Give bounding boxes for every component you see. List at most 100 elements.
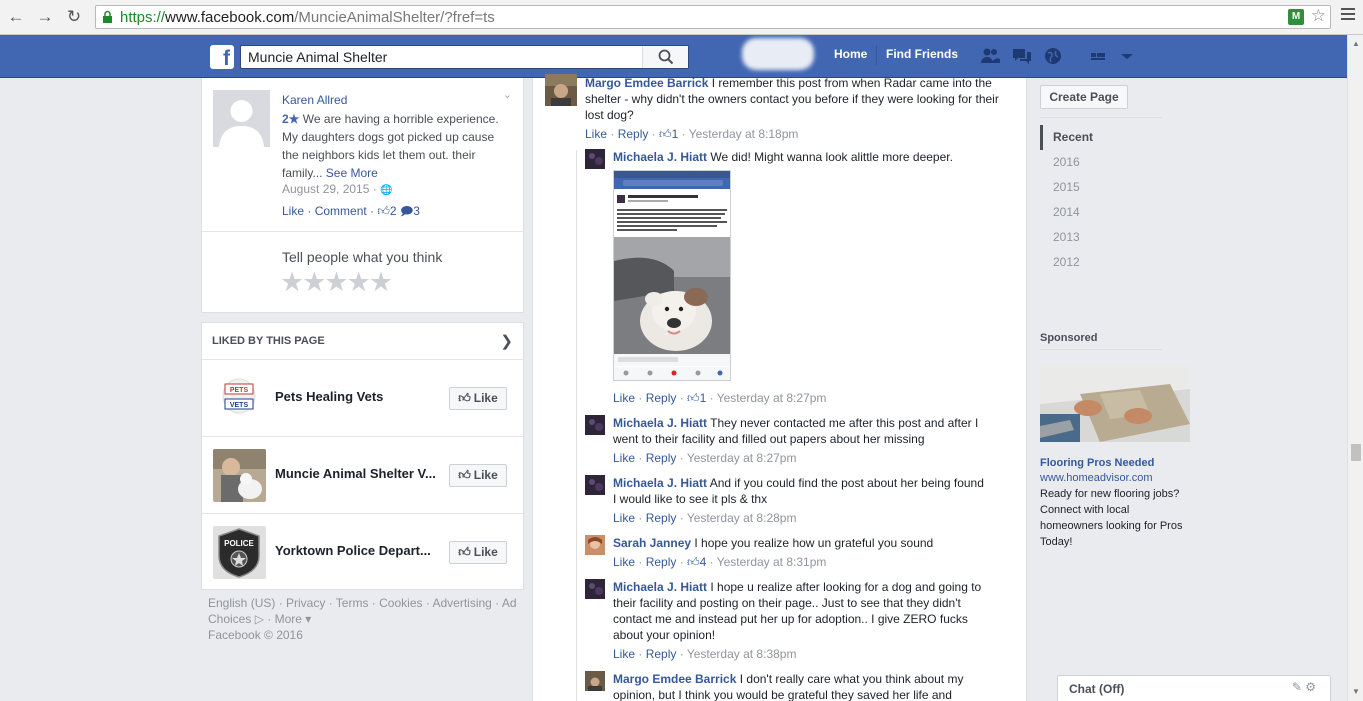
review-comment-count[interactable]: 3	[413, 204, 420, 218]
liked-page-name[interactable]: Muncie Animal Shelter V...	[275, 466, 445, 481]
new-message-icon[interactable]: ✎	[1292, 680, 1302, 694]
year-item-2015[interactable]: 2015	[1040, 175, 1160, 200]
review-comment-link[interactable]: Comment	[315, 204, 367, 218]
comment-like-link[interactable]: Like	[613, 511, 635, 525]
review-like-link[interactable]: Like	[282, 204, 304, 218]
year-item-2013[interactable]: 2013	[1040, 225, 1160, 250]
comment-like-count[interactable]: 1	[700, 391, 707, 405]
star-rating-input[interactable]: ★★★★★	[280, 267, 393, 298]
privacy-shortcuts-icon[interactable]	[1089, 47, 1109, 65]
comment-reply-link[interactable]: Reply	[646, 555, 677, 569]
commenter-name[interactable]: Margo Emdee Barrick	[613, 672, 736, 686]
facebook-logo[interactable]: f	[210, 45, 234, 69]
reviewer-name[interactable]: Karen Allred	[282, 93, 347, 107]
commenter-name[interactable]: Michaela J. Hiatt	[613, 580, 707, 594]
year-item-recent[interactable]: Recent	[1040, 125, 1160, 150]
liked-page-name[interactable]: Pets Healing Vets	[275, 389, 445, 404]
comment-like-link[interactable]: Like	[613, 391, 635, 405]
browser-menu-icon[interactable]	[1341, 8, 1355, 22]
comment-timestamp[interactable]: Yesterday at 8:18pm	[689, 127, 799, 141]
comment-attachment-screenshot[interactable]	[613, 170, 731, 381]
comment-like-link[interactable]: Like	[613, 451, 635, 465]
page-scrollbar[interactable]: ▲ ▼	[1347, 35, 1363, 701]
ad-description[interactable]: Ready for new flooring jobs? Connect wit…	[1040, 486, 1185, 550]
like-page-button[interactable]: 👍︎ Like	[449, 464, 507, 487]
comment-timestamp[interactable]: Yesterday at 8:28pm	[687, 511, 797, 525]
thumbs-up-icon: 👍︎	[687, 391, 700, 405]
comment-like-count[interactable]: 1	[672, 127, 679, 141]
scroll-up-icon[interactable]: ▲	[1352, 39, 1360, 48]
commenter-avatar[interactable]	[585, 475, 605, 495]
comment-reply-link[interactable]: Reply	[618, 127, 649, 141]
liked-by-page-card: LIKED BY THIS PAGE ❯ PETS VETS Pets Heali…	[201, 322, 524, 590]
commenter-name[interactable]: Michaela J. Hiatt	[613, 476, 707, 490]
year-item-2016[interactable]: 2016	[1040, 150, 1160, 175]
profile-avatar[interactable]	[742, 38, 814, 70]
commenter-avatar[interactable]	[545, 74, 577, 106]
ad-image[interactable]	[1040, 364, 1190, 442]
back-icon[interactable]: ←	[6, 7, 26, 27]
friend-requests-icon[interactable]	[980, 47, 1000, 65]
comment-like-link[interactable]: Like	[613, 647, 635, 661]
reload-icon[interactable]: ↻	[64, 7, 84, 27]
footer-more-link[interactable]: · More ▾	[264, 612, 311, 626]
yorktown-police-badge[interactable]: POLICE	[213, 526, 266, 579]
reviewer-avatar[interactable]	[213, 90, 270, 147]
commenter-name[interactable]: Michaela J. Hiatt	[613, 150, 707, 164]
comment-timestamp[interactable]: Yesterday at 8:38pm	[687, 647, 797, 661]
pets-healing-vets-logo[interactable]: PETS VETS	[213, 372, 266, 425]
commenter-avatar[interactable]	[585, 415, 605, 435]
review-like-count[interactable]: 2	[390, 204, 397, 218]
forward-icon[interactable]: →	[35, 7, 55, 27]
footer-links: English (US) · Privacy · Terms · Cookies…	[208, 595, 518, 643]
comment-timestamp[interactable]: Yesterday at 8:27pm	[687, 451, 797, 465]
messages-icon[interactable]	[1012, 47, 1032, 65]
chevron-right-icon[interactable]: ❯	[500, 332, 513, 350]
find-friends-link[interactable]: Find Friends	[886, 47, 958, 61]
like-page-button[interactable]: 👍︎ Like	[449, 541, 507, 564]
scroll-down-icon[interactable]: ▼	[1352, 687, 1360, 696]
comment-timestamp[interactable]: Yesterday at 8:31pm	[717, 555, 827, 569]
ad-url[interactable]: www.homeadvisor.com	[1040, 472, 1153, 484]
commenter-name[interactable]: Margo Emdee Barrick	[585, 76, 708, 90]
comment-reply-link[interactable]: Reply	[646, 511, 677, 525]
notifications-globe-icon[interactable]	[1043, 47, 1063, 65]
commenter-avatar[interactable]	[585, 535, 605, 555]
comment-like-count[interactable]: 4	[700, 555, 707, 569]
commenter-avatar[interactable]	[585, 149, 605, 169]
comment-meta: Like · Reply · Yesterday at 8:27pm	[613, 451, 797, 465]
comment-reply-link[interactable]: Reply	[646, 451, 677, 465]
scroll-thumb[interactable]	[1351, 444, 1361, 461]
ad-title[interactable]: Flooring Pros Needed	[1040, 457, 1154, 469]
liked-page-name[interactable]: Yorktown Police Depart...	[275, 543, 445, 558]
commenter-name[interactable]: Sarah Janney	[613, 536, 691, 550]
comment-text: Michaela J. Hiatt They never contacted m…	[613, 416, 979, 446]
commenter-name[interactable]: Michaela J. Hiatt	[613, 416, 707, 430]
comment-reply-link[interactable]: Reply	[646, 647, 677, 661]
review-options-chevron-icon[interactable]: ⌄	[503, 88, 512, 101]
search-button[interactable]	[642, 46, 688, 68]
create-page-button[interactable]: Create Page	[1040, 85, 1128, 109]
review-date[interactable]: August 29, 2015 · 🌐	[282, 182, 393, 196]
muncie-shelter-volunteers-photo[interactable]	[213, 449, 266, 502]
bookmark-star-icon[interactable]: ☆	[1311, 6, 1326, 26]
chat-bar[interactable]: Chat (Off) ✎ ⚙	[1057, 675, 1331, 701]
sponsored-header: Sponsored	[1040, 332, 1098, 344]
home-link[interactable]: Home	[834, 47, 867, 61]
commenter-avatar[interactable]	[585, 579, 605, 599]
comment-like-link[interactable]: Like	[613, 555, 635, 569]
see-more-link[interactable]: See More	[326, 166, 378, 180]
address-bar[interactable]: https://www.facebook.com/MuncieAnimalShe…	[95, 5, 1331, 29]
commenter-avatar[interactable]	[585, 671, 605, 691]
chat-settings-gear-icon[interactable]: ⚙	[1305, 680, 1316, 694]
year-item-2012[interactable]: 2012	[1040, 250, 1160, 275]
comment-timestamp[interactable]: Yesterday at 8:27pm	[717, 391, 827, 405]
account-menu-chevron-icon[interactable]	[1117, 47, 1137, 65]
year-item-2014[interactable]: 2014	[1040, 200, 1160, 225]
comment-like-link[interactable]: Like	[585, 127, 607, 141]
like-page-button[interactable]: 👍︎ Like	[449, 387, 507, 410]
default-profile-icon	[213, 90, 270, 147]
extension-icon[interactable]: M	[1288, 9, 1304, 25]
search-input[interactable]	[241, 46, 641, 68]
comment-reply-link[interactable]: Reply	[646, 391, 677, 405]
